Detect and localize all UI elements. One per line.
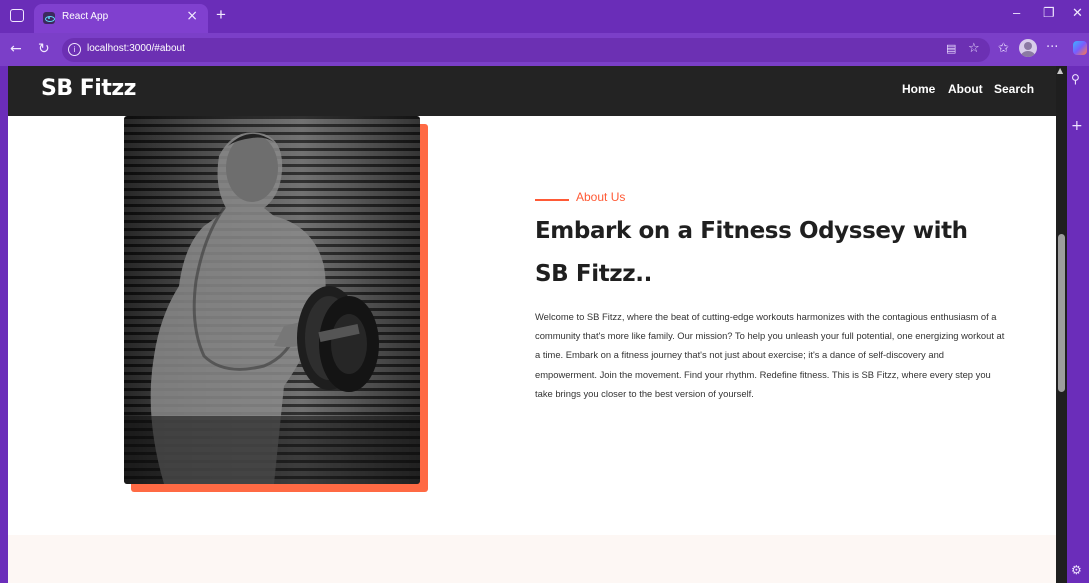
about-title: Embark on a Fitness Odyssey with SB Fitz… bbox=[535, 218, 968, 287]
profile-icon[interactable] bbox=[1019, 39, 1037, 57]
settings-icon[interactable]: ⚙ bbox=[1071, 563, 1082, 577]
browser-tab[interactable]: React App × bbox=[34, 4, 208, 33]
new-tab-button[interactable]: + bbox=[216, 5, 226, 25]
restore-button[interactable]: ❐ bbox=[1043, 5, 1055, 21]
reader-mode-icon[interactable]: ▤ bbox=[946, 42, 956, 55]
bodybuilder-illustration bbox=[124, 132, 420, 484]
browser-tab-bar: React App × + – ❐ ✕ bbox=[0, 0, 1089, 33]
scroll-thumb[interactable] bbox=[1058, 234, 1065, 392]
minimize-button[interactable]: – bbox=[1013, 5, 1020, 20]
page-scrollbar[interactable]: ▲ bbox=[1056, 66, 1067, 583]
react-favicon-icon bbox=[43, 12, 55, 24]
copilot-icon[interactable] bbox=[1073, 41, 1087, 55]
add-icon[interactable]: + bbox=[1071, 118, 1083, 134]
url-field[interactable]: i localhost:3000/#about ▤ ☆ bbox=[62, 38, 990, 62]
about-description: Welcome to SB Fitzz, where the beat of c… bbox=[535, 311, 1005, 399]
close-window-button[interactable]: ✕ bbox=[1072, 5, 1083, 21]
refresh-icon[interactable]: ↻ bbox=[38, 41, 50, 57]
sidebar-toggle-icon[interactable] bbox=[10, 9, 24, 22]
favorite-star-icon[interactable]: ☆ bbox=[968, 41, 980, 56]
browser-frame bbox=[0, 66, 8, 583]
search-icon[interactable]: ⚲ bbox=[1071, 72, 1080, 86]
browser-address-bar: ← ↻ i localhost:3000/#about ▤ ☆ ✩ ··· bbox=[0, 33, 1089, 66]
browser-sidebar: ⚲ + ⚙ bbox=[1067, 66, 1089, 583]
about-label-line bbox=[535, 199, 569, 201]
url-text[interactable]: localhost:3000/#about bbox=[87, 43, 185, 54]
next-section-band bbox=[8, 535, 1056, 583]
page-viewport: SB Fitzz Home About Search About Us Emba… bbox=[8, 66, 1056, 583]
site-logo[interactable]: SB Fitzz bbox=[41, 76, 136, 101]
scroll-up-icon[interactable]: ▲ bbox=[1057, 66, 1063, 75]
nav-link-home[interactable]: Home bbox=[902, 82, 935, 96]
more-icon[interactable]: ··· bbox=[1046, 40, 1058, 55]
tab-close-button[interactable]: × bbox=[186, 8, 198, 24]
tab-title: React App bbox=[62, 11, 109, 22]
info-icon[interactable]: i bbox=[68, 43, 81, 56]
nav-link-search[interactable]: Search bbox=[994, 82, 1034, 96]
site-header: SB Fitzz Home About Search bbox=[8, 66, 1056, 116]
about-photo bbox=[124, 116, 420, 484]
favorites-icon[interactable]: ✩ bbox=[998, 41, 1009, 56]
about-label: About Us bbox=[576, 190, 626, 204]
back-arrow-icon[interactable]: ← bbox=[10, 41, 22, 57]
nav-link-about[interactable]: About bbox=[948, 82, 983, 96]
